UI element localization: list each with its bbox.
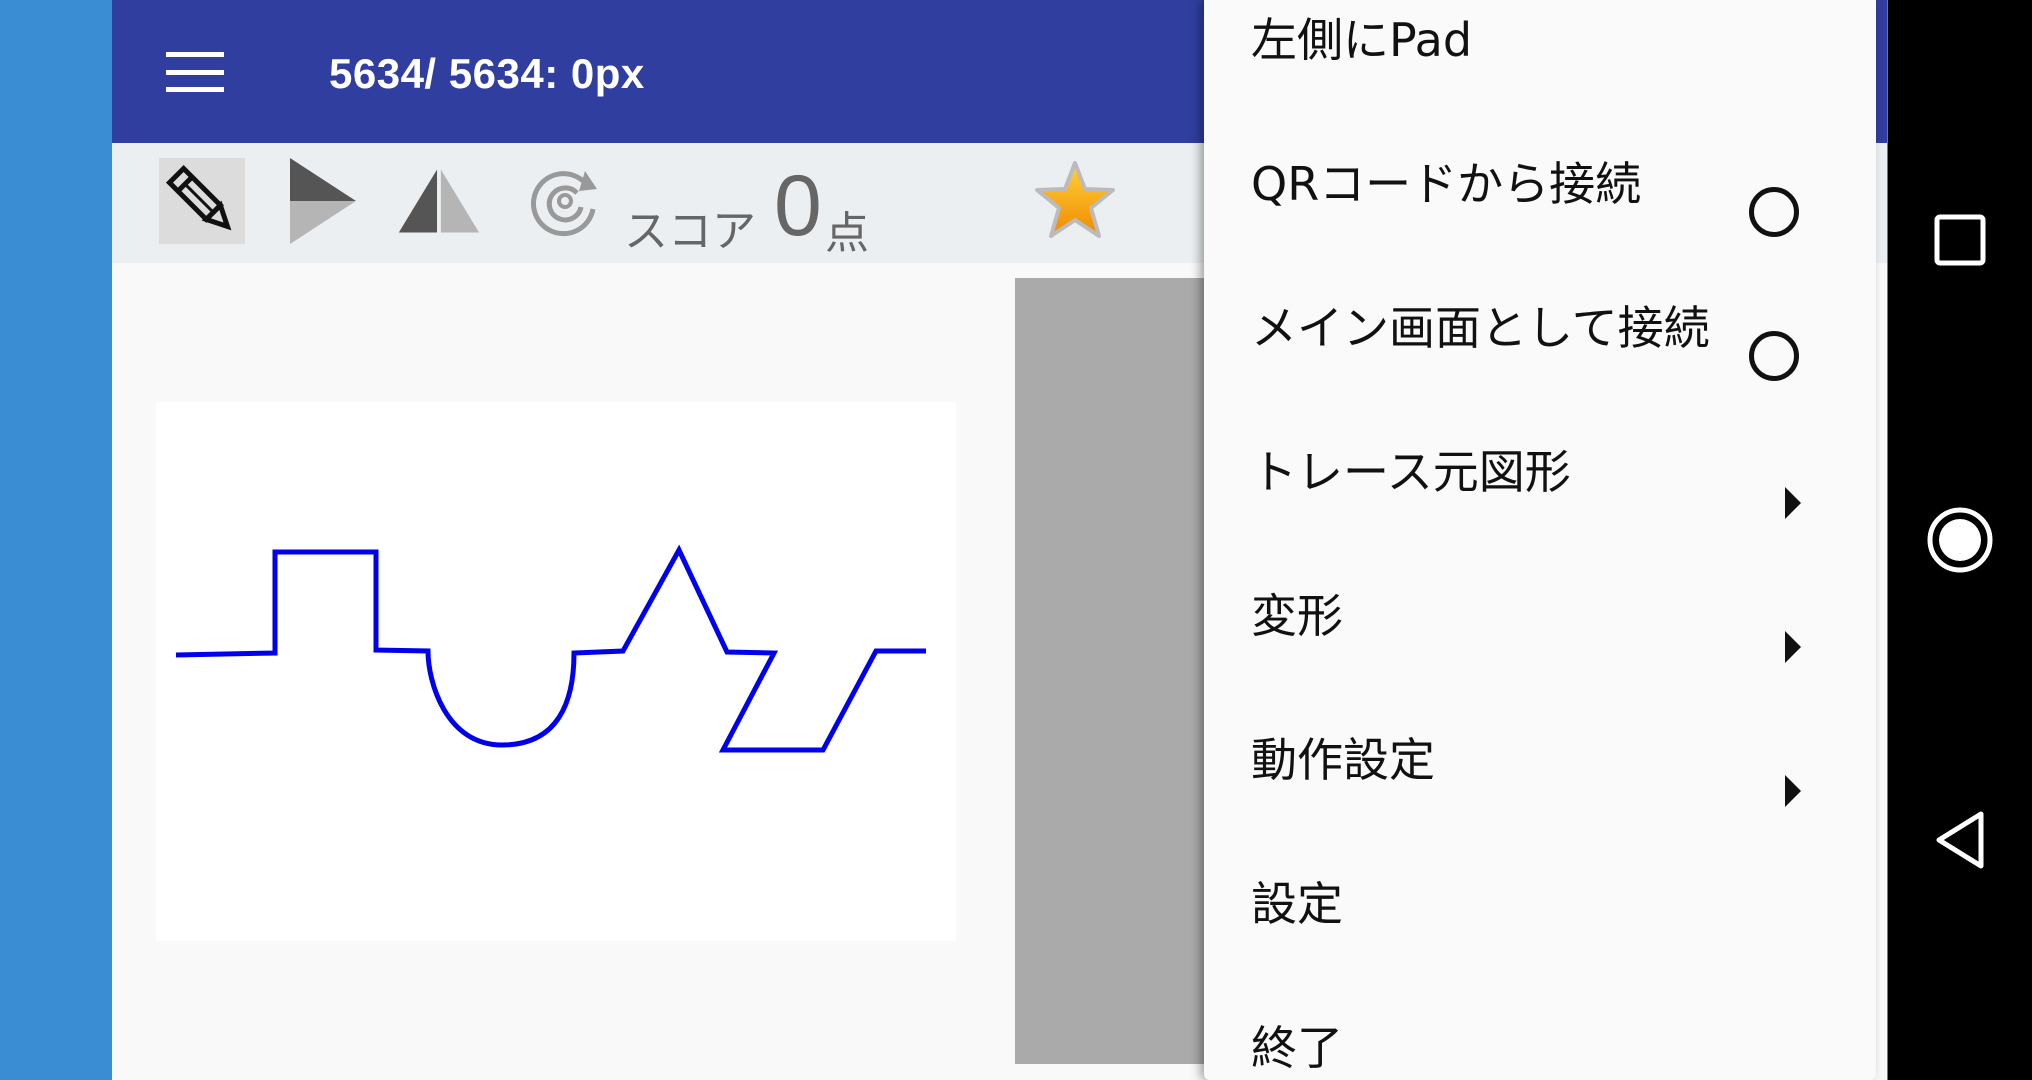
back-nav-icon[interactable] (1888, 780, 2032, 900)
background-strip (0, 0, 112, 1080)
rotate-icon[interactable] (522, 158, 608, 244)
menu-item-qr-connect[interactable]: QRコードから接続 (1204, 104, 1876, 248)
menu-item-exit[interactable]: 終了 (1204, 968, 1876, 1080)
menu-item-transform[interactable]: 変形 (1204, 536, 1876, 680)
score-label: スコア (624, 206, 756, 257)
main-screen-radio[interactable] (1749, 331, 1799, 381)
menu-item-trace-shape[interactable]: トレース元図形 (1204, 392, 1876, 536)
square-nav-icon[interactable] (1888, 180, 2032, 300)
star-icon[interactable] (1032, 158, 1118, 244)
chevron-right-icon (1785, 631, 1801, 663)
circle-nav-icon[interactable] (1888, 480, 2032, 600)
chevron-right-icon (1785, 775, 1801, 807)
play-icon[interactable] (280, 158, 366, 244)
mirror-icon[interactable] (395, 158, 481, 244)
qr-connect-radio[interactable] (1749, 187, 1799, 237)
menu-item-main-screen-connect[interactable]: メイン画面として接続 (1204, 248, 1876, 392)
overflow-menu: 左側にPad QRコードから接続 メイン画面として接続 トレース元図形 変形 動… (1204, 0, 1876, 1080)
system-nav-bar (1888, 0, 2032, 1080)
menu-icon[interactable] (166, 52, 224, 92)
menu-item-pad-left[interactable]: 左側にPad (1204, 0, 1876, 104)
chevron-right-icon (1785, 487, 1801, 519)
menu-item-settings[interactable]: 設定 (1204, 824, 1876, 968)
pencil-icon[interactable] (159, 158, 245, 244)
page-title: 5634/ 5634: 0px (329, 50, 645, 97)
score-unit: 点 (825, 208, 869, 259)
score-value: 0 (774, 158, 822, 254)
trace-canvas[interactable] (156, 402, 956, 941)
menu-item-behavior-settings[interactable]: 動作設定 (1204, 680, 1876, 824)
